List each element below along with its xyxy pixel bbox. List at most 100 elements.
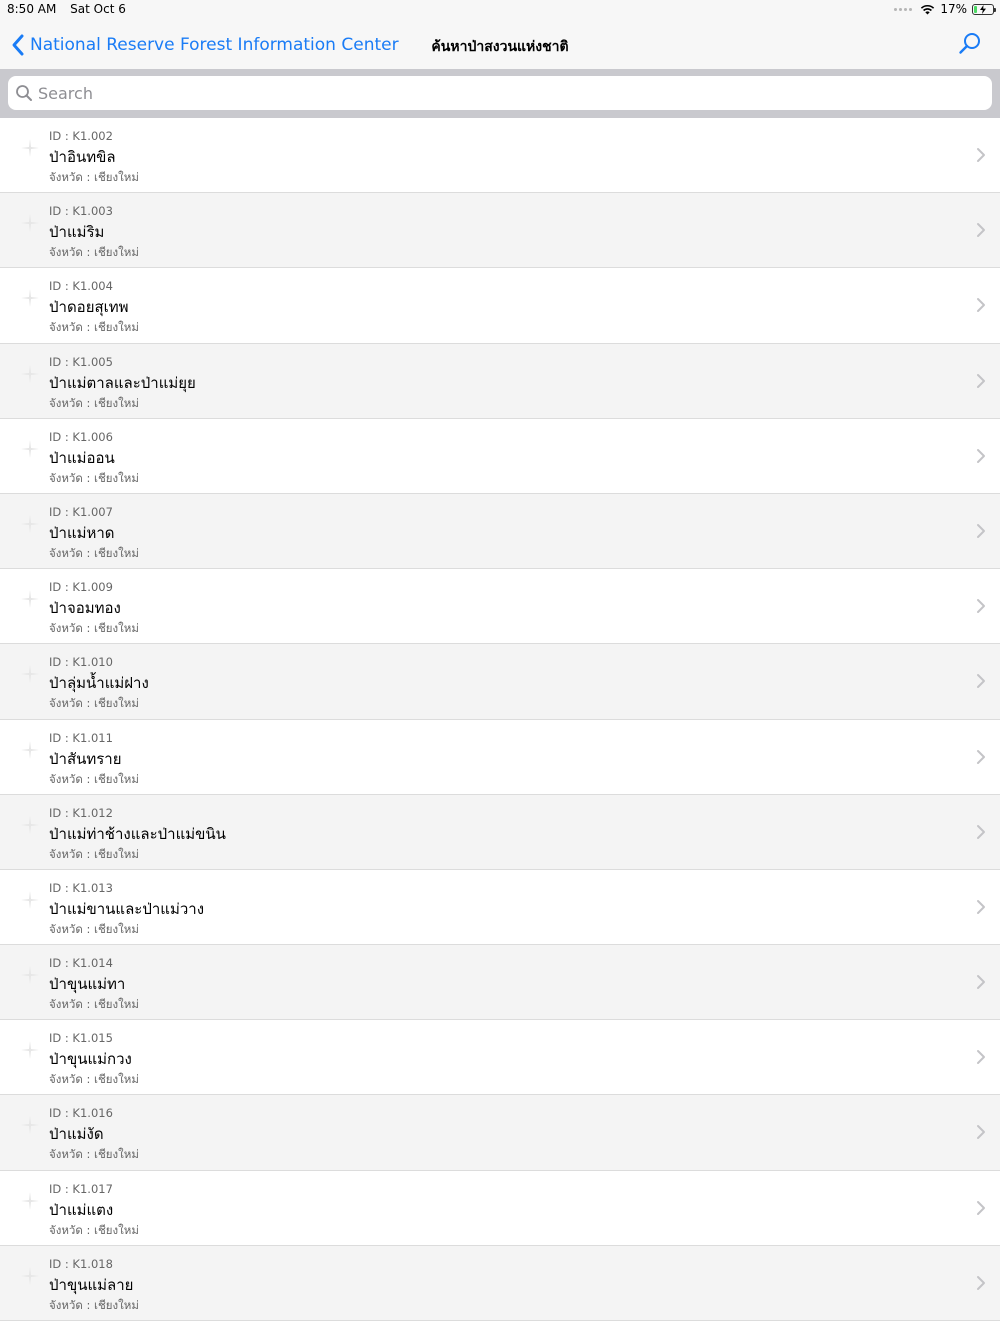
search-bar-container xyxy=(0,69,1000,118)
forest-province: จังหวัด : เชียงใหม่ xyxy=(49,846,139,861)
sparkle-icon xyxy=(21,740,39,759)
forest-province: จังหวัด : เชียงใหม่ xyxy=(49,320,139,335)
battery-level xyxy=(974,5,978,13)
list-item[interactable]: ID : K1.007 ป่าแม่หาดจังหวัด : เชียงใหม่ xyxy=(0,493,1000,570)
forest-name: ป่าแม่งัด xyxy=(49,1125,104,1144)
wifi-icon xyxy=(921,4,935,14)
sparkle-icon xyxy=(21,815,39,834)
list-item[interactable]: ID : K1.004 ป่าดอยสุเทพ จังหวัด : เชียงใหม… xyxy=(0,268,1000,344)
forest-name: ป่าแม่ตาลและป่าแม่ยุย xyxy=(49,373,196,392)
forest-id: ID : K1.015 xyxy=(49,1031,113,1046)
forest-id: ID : K1.018 xyxy=(49,1256,113,1271)
forest-id: ID : K1.004 xyxy=(49,279,113,294)
forest-name: ป่าลุ่มน้ำแม่ฝาง xyxy=(49,674,149,693)
chevron-right-icon xyxy=(977,373,985,388)
charging-bolt-icon xyxy=(980,4,986,14)
sparkle-icon xyxy=(21,665,39,684)
navigation-bar: National Reserve Forest Information Cent… xyxy=(0,22,1000,69)
battery-icon xyxy=(972,3,996,15)
list-item[interactable]: ID : K1.009 ป่าจอมทอง จังหวัด : เชียงใหม่ xyxy=(0,569,1000,645)
forest-id: ID : K1.002 xyxy=(49,129,113,143)
forest-name: ป่าแม่ท่าช้างและป่าแม่ขนิน xyxy=(49,824,226,843)
forest-name: ป่าแม่หาด xyxy=(49,523,115,542)
list-item[interactable]: ID : K1.006 ป่าแม่ออน จังหวัด : เชียงใหม่ xyxy=(0,419,1000,494)
forest-name: ป่าแม่ออน xyxy=(49,448,115,467)
chevron-right-icon xyxy=(977,899,985,914)
forest-province: จังหวัด : เชียงใหม่ xyxy=(49,696,139,711)
status-time: 8:50 AM xyxy=(7,2,57,16)
list-item[interactable]: ID : K1.017 ป่าแม่แตง จังหวัด : เชียงใหม่ xyxy=(0,1171,1000,1246)
forest-id: ID : K1.014 xyxy=(49,956,113,971)
search-input[interactable] xyxy=(38,83,938,103)
forest-province: จังหวัด : เชียงใหม่ xyxy=(49,997,139,1012)
chevron-right-icon xyxy=(977,298,985,313)
status-date: Sat Oct 6 xyxy=(70,2,126,16)
page-title: ค้นหาป่าสงวนแห่งชาติ xyxy=(431,39,569,55)
forest-name: ป่าจอมทอง xyxy=(49,599,121,618)
magnifier-icon xyxy=(16,85,32,101)
status-right: 17% xyxy=(894,2,996,16)
status-bar: 8:50 AM Sat Oct 6 17% xyxy=(0,0,1000,22)
chevron-right-icon xyxy=(977,975,985,990)
forest-id: ID : K1.003 xyxy=(49,204,113,219)
list-item[interactable]: ID : K1.012 ป่าแม่ท่าช้างและป่าแม่ขนิน จัง… xyxy=(0,794,1000,870)
chevron-right-icon xyxy=(977,1200,985,1215)
forest-id: ID : K1.005 xyxy=(49,354,113,369)
sparkle-icon xyxy=(21,1041,39,1060)
forest-province: จังหวัด : เชียงใหม่ xyxy=(49,1297,139,1312)
forest-id: ID : K1.016 xyxy=(49,1106,113,1121)
list-item[interactable]: ID : K1.014 ป่าขุนแม่ทาจังหวัด : เชียงใหม… xyxy=(0,945,1000,1021)
list-item[interactable]: ID : K1.005 ป่าแม่ตาลและป่าแม่ยุย จังหวัด … xyxy=(0,343,1000,419)
forest-name: ป่าขุนแม่ลาย xyxy=(49,1275,134,1294)
chevron-right-icon xyxy=(977,1125,985,1140)
chevron-left-icon xyxy=(12,34,24,56)
forest-id: ID : K1.007 xyxy=(49,504,113,519)
sparkle-icon xyxy=(21,214,39,233)
forest-id: ID : K1.017 xyxy=(49,1181,113,1196)
forest-id: ID : K1.013 xyxy=(49,880,113,895)
sparkle-icon xyxy=(21,289,39,308)
forest-province: จังหวัด : เชียงใหม่ xyxy=(49,1072,139,1087)
forest-province: จังหวัด : เชียงใหม่ xyxy=(49,170,139,184)
forest-name: ป่าสันทราย xyxy=(49,749,122,768)
forest-name: ป่าแม่ขานและป่าแม่วาง xyxy=(49,899,205,918)
forest-id: ID : K1.011 xyxy=(49,730,113,745)
list-item[interactable]: ID : K1.018 ป่าขุนแม่ลายจังหวัด : เชียงให… xyxy=(0,1245,1000,1321)
chevron-right-icon xyxy=(977,599,985,614)
list-item[interactable]: ID : K1.011 ป่าสันทราย จังหวัด : เชียงใหม่ xyxy=(0,720,1000,795)
chevron-right-icon xyxy=(977,824,985,839)
sparkle-icon xyxy=(21,139,39,157)
back-button[interactable]: National Reserve Forest Information Cent… xyxy=(10,32,399,58)
forest-province: จังหวัด : เชียงใหม่ xyxy=(49,545,139,560)
forest-list: ID : K1.002 ป่าอินทขิลจังหวัด : เชียงใหม่… xyxy=(0,118,1000,1321)
list-item[interactable]: ID : K1.003 ป่าแม่ริมจังหวัด : เชียงใหม่ xyxy=(0,193,1000,269)
cellular-signal-icon xyxy=(894,7,913,11)
forest-name: ป่าแม่ริม xyxy=(49,223,105,242)
forest-name: ป่าขุนแม่ทา xyxy=(49,975,126,994)
forest-name: ป่าแม่แตง xyxy=(49,1200,114,1219)
list-item[interactable]: ID : K1.010 ป่าลุ่มน้ำแม่ฝางจังหวัด : เชี… xyxy=(0,644,1000,720)
forest-name: ป่าขุนแม่กวง xyxy=(49,1050,132,1069)
chevron-right-icon xyxy=(977,448,985,463)
forest-province: จังหวัด : เชียงใหม่ xyxy=(49,621,139,636)
sparkle-icon xyxy=(21,439,39,458)
status-left: 8:50 AM Sat Oct 6 xyxy=(7,2,136,16)
sparkle-icon xyxy=(21,966,39,985)
list-item[interactable]: ID : K1.015 ป่าขุนแม่กวงจังหวัด : เชียงให… xyxy=(0,1020,1000,1096)
search-field[interactable] xyxy=(8,76,992,110)
chevron-right-icon xyxy=(977,148,985,162)
list-item[interactable]: ID : K1.002 ป่าอินทขิลจังหวัด : เชียงใหม่ xyxy=(0,118,1000,194)
list-item[interactable]: ID : K1.016 ป่าแม่งัดจังหวัด : เชียงใหม่ xyxy=(0,1095,1000,1171)
forest-province: จังหวัด : เชียงใหม่ xyxy=(49,470,139,485)
list-item[interactable]: ID : K1.013 ป่าแม่ขานและป่าแม่วาง จังหวัด … xyxy=(0,870,1000,946)
chevron-right-icon xyxy=(977,1050,985,1065)
forest-province: จังหวัด : เชียงใหม่ xyxy=(49,1147,139,1162)
forest-province: จังหวัด : เชียงใหม่ xyxy=(49,245,139,260)
forest-id: ID : K1.010 xyxy=(49,655,113,670)
chevron-right-icon xyxy=(977,1275,985,1290)
search-icon[interactable] xyxy=(958,32,982,56)
forest-name: ป่าอินทขิล xyxy=(49,148,116,166)
sparkle-icon xyxy=(21,1191,39,1210)
chevron-right-icon xyxy=(977,674,985,689)
chevron-right-icon xyxy=(977,223,985,238)
